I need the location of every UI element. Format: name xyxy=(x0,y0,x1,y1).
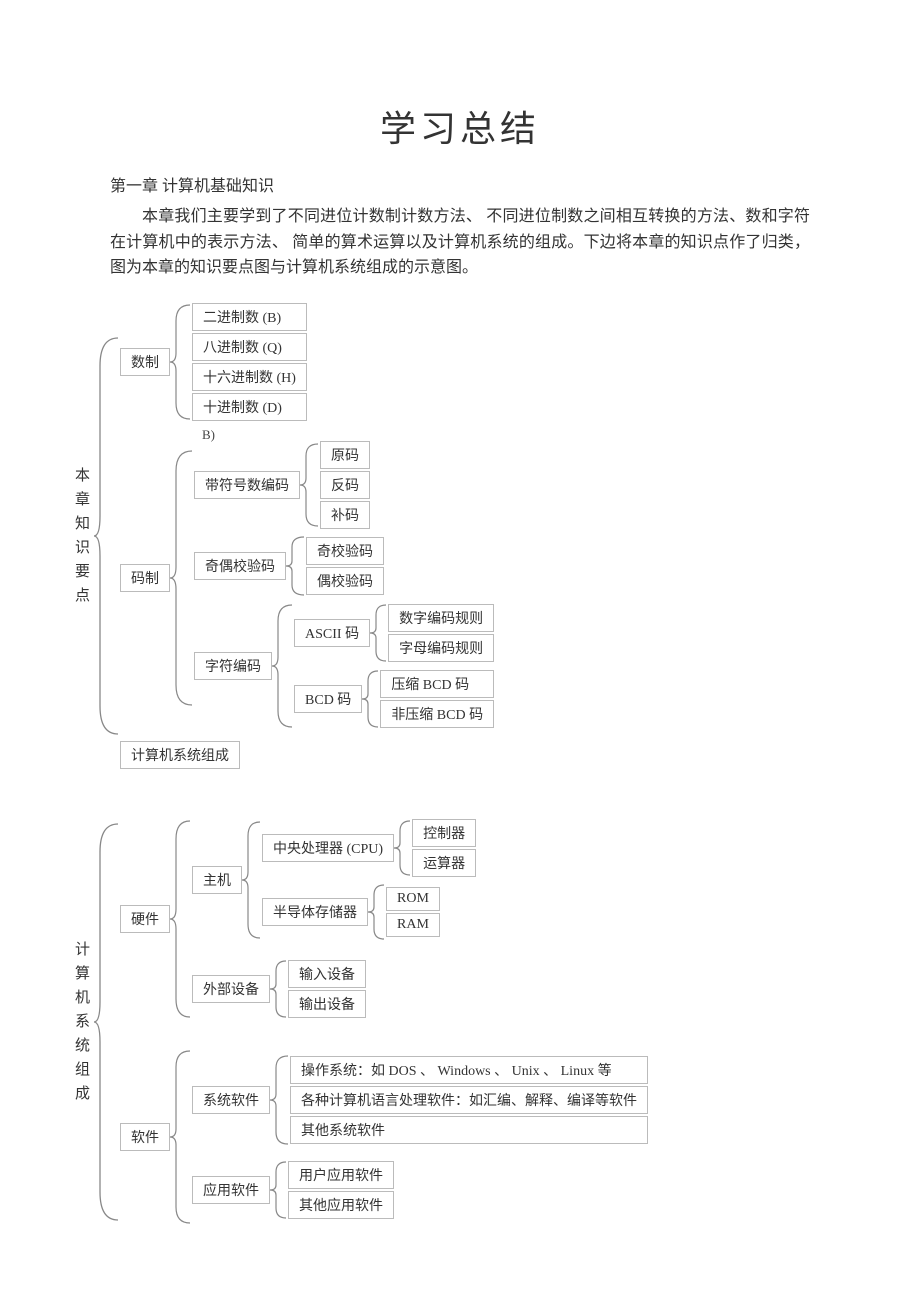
label-cpu: 中央处理器 (CPU) xyxy=(262,834,394,862)
label-signed: 带符号数编码 xyxy=(194,471,300,499)
brace-icon xyxy=(362,669,380,729)
node-app-software: 应用软件 用户应用软件 其他应用软件 xyxy=(192,1160,648,1220)
leaf-ram: RAM xyxy=(386,913,440,937)
leaf-unpacked-bcd: 非压缩 BCD 码 xyxy=(380,700,494,728)
brace-icon xyxy=(300,441,320,529)
leaf-even-parity: 偶校验码 xyxy=(306,567,384,595)
leaf-decimal: 十进制数 (D) xyxy=(192,393,307,421)
node-memory: 半导体存储器 ROM RAM xyxy=(262,883,476,941)
brace-icon xyxy=(170,819,192,1019)
leaf-hex: 十六进制数 (H) xyxy=(192,363,307,391)
tree-system-composition: 计 算 机 系 统 组 成 硬件 主机 中央处理器 xyxy=(75,819,810,1225)
label-host: 主机 xyxy=(192,866,242,894)
node-ascii: ASCII 码 数字编码规则 字母编码规则 xyxy=(294,603,494,663)
node-bcd: BCD 码 压缩 BCD 码 非压缩 BCD 码 xyxy=(294,669,494,729)
label-memory: 半导体存储器 xyxy=(262,898,368,926)
brace-icon xyxy=(170,303,192,421)
leaf-odd-parity: 奇校验码 xyxy=(306,537,384,565)
label-number-system: 数制 xyxy=(120,348,170,376)
leaf-digit-rule: 数字编码规则 xyxy=(388,604,494,632)
leaf-lang-processor: 各种计算机语言处理软件：如汇编、解释、编译等软件 xyxy=(290,1086,648,1114)
node-parity: 奇偶校验码 奇校验码 偶校验码 xyxy=(194,535,494,597)
leaf-system-composition: 计算机系统组成 xyxy=(120,741,240,769)
node-system-software: 系统软件 操作系统：如 DOS 、 Windows 、 Unix 、 Linux… xyxy=(192,1054,648,1146)
intro-paragraph: 本章我们主要学到了不同进位计数制计数方法、 不同进位制数之间相互转换的方法、数和… xyxy=(110,204,810,281)
tree-knowledge-points: 本 章 知 识 要 点 数制 二进制数 (B) 八进制数 (Q) 十六进制数 (… xyxy=(75,303,810,769)
label-ascii: ASCII 码 xyxy=(294,619,370,647)
leaf-os: 操作系统：如 DOS 、 Windows 、 Unix 、 Linux 等 xyxy=(290,1056,648,1084)
node-software: 软件 系统软件 操作系统：如 DOS 、 Windows 、 Unix 、 Li… xyxy=(120,1049,648,1225)
brace-icon xyxy=(94,336,120,736)
label-parity: 奇偶校验码 xyxy=(194,552,286,580)
leaf-ones-comp: 反码 xyxy=(320,471,370,499)
brace-icon xyxy=(394,819,412,877)
leaf-user-app: 用户应用软件 xyxy=(288,1161,394,1189)
brace-icon xyxy=(170,427,194,729)
brace-icon xyxy=(368,883,386,941)
leaf-alu: 运算器 xyxy=(412,849,476,877)
node-char-encoding: 字符编码 ASCII 码 数字编码规则 字母编码规则 xyxy=(194,603,494,729)
label-bcd: BCD 码 xyxy=(294,685,362,713)
leaf-other-sys: 其他系统软件 xyxy=(290,1116,648,1144)
leaf-letter-rule: 字母编码规则 xyxy=(388,634,494,662)
leaf-output-device: 输出设备 xyxy=(288,990,366,1018)
page-title: 学习总结 xyxy=(110,100,810,152)
brace-icon xyxy=(270,1054,290,1146)
brace-icon xyxy=(272,603,294,729)
label-app-software: 应用软件 xyxy=(192,1176,270,1204)
brace-icon xyxy=(242,819,262,941)
node-cpu: 中央处理器 (CPU) 控制器 运算器 xyxy=(262,819,476,877)
leaf-input-device: 输入设备 xyxy=(288,960,366,988)
label-code-system: 码制 xyxy=(120,564,170,592)
leaf-twos-comp: 补码 xyxy=(320,501,370,529)
node-code-system: 码制 B) 带符号数编码 原码 反码 xyxy=(120,427,494,729)
leaf-packed-bcd: 压缩 BCD 码 xyxy=(380,670,494,698)
brace-icon xyxy=(286,535,306,597)
leaf-true-form: 原码 xyxy=(320,441,370,469)
label-hardware: 硬件 xyxy=(120,905,170,933)
label-peripherals: 外部设备 xyxy=(192,975,270,1003)
diagram-container: 本 章 知 识 要 点 数制 二进制数 (B) 八进制数 (Q) 十六进制数 (… xyxy=(75,303,810,1225)
chapter-heading: 第一章 计算机基础知识 xyxy=(110,172,810,196)
leaf-control-unit: 控制器 xyxy=(412,819,476,847)
brace-icon xyxy=(270,959,288,1019)
leaf-binary: 二进制数 (B) xyxy=(192,303,307,331)
label-software: 软件 xyxy=(120,1123,170,1151)
brace-icon xyxy=(94,822,120,1222)
brace-icon xyxy=(370,603,388,663)
tree2-root: 计 算 机 系 统 组 成 xyxy=(75,938,90,1106)
node-host: 主机 中央处理器 (CPU) 控制器 运算器 xyxy=(192,819,476,941)
tree1-root: 本 章 知 识 要 点 xyxy=(75,464,90,608)
brace-icon xyxy=(270,1160,288,1220)
label-system-software: 系统软件 xyxy=(192,1086,270,1114)
brace-icon xyxy=(170,1049,192,1225)
leaf-octal: 八进制数 (Q) xyxy=(192,333,307,361)
node-peripherals: 外部设备 输入设备 输出设备 xyxy=(192,959,476,1019)
node-hardware: 硬件 主机 中央处理器 (CPU) xyxy=(120,819,648,1019)
leaf-rom: ROM xyxy=(386,887,440,911)
node-signed: 带符号数编码 原码 反码 补码 xyxy=(194,441,494,529)
node-number-system: 数制 二进制数 (B) 八进制数 (Q) 十六进制数 (H) 十进制数 (D) xyxy=(120,303,494,421)
label-char-encoding: 字符编码 xyxy=(194,652,272,680)
leaf-other-app: 其他应用软件 xyxy=(288,1191,394,1219)
